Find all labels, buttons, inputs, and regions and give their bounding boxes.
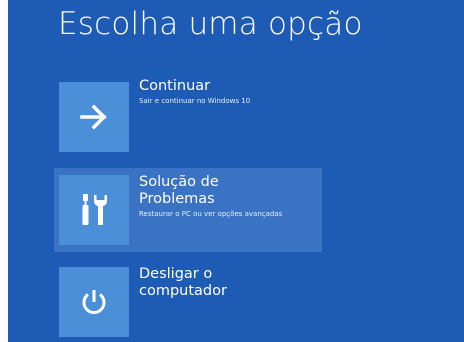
continue-label: Continuar	[139, 78, 211, 94]
shutdown-tile[interactable]	[59, 267, 129, 337]
continue-text: Continuar Sair e continuar no Windows 10	[139, 78, 319, 106]
shutdown-text: Desligar o computador	[139, 266, 319, 300]
continue-tile[interactable]	[59, 82, 129, 152]
shutdown-label-line2: computador	[139, 283, 227, 299]
troubleshoot-description: Restaurar o PC ou ver opções avançadas	[139, 210, 283, 218]
arrow-right-icon	[79, 104, 109, 130]
tools-icon	[79, 192, 109, 228]
recovery-screen: Escolha uma opção Continuar Sair e conti…	[8, 0, 464, 342]
troubleshoot-text: Solução de Problemas Restaurar o PC ou v…	[139, 174, 319, 219]
troubleshoot-label-line2: Problemas	[139, 191, 215, 207]
shutdown-option[interactable]: Desligar o computador	[54, 260, 322, 342]
continue-description: Sair e continuar no Windows 10	[139, 97, 251, 105]
troubleshoot-option[interactable]: Solução de Problemas Restaurar o PC ou v…	[54, 168, 322, 252]
troubleshoot-label-line1: Solução de	[139, 174, 219, 190]
page-title: Escolha uma opção	[58, 6, 363, 42]
shutdown-label-line1: Desligar o	[139, 266, 213, 282]
power-icon	[79, 287, 109, 317]
troubleshoot-tile[interactable]	[59, 175, 129, 245]
continue-option[interactable]: Continuar Sair e continuar no Windows 10	[54, 75, 322, 159]
